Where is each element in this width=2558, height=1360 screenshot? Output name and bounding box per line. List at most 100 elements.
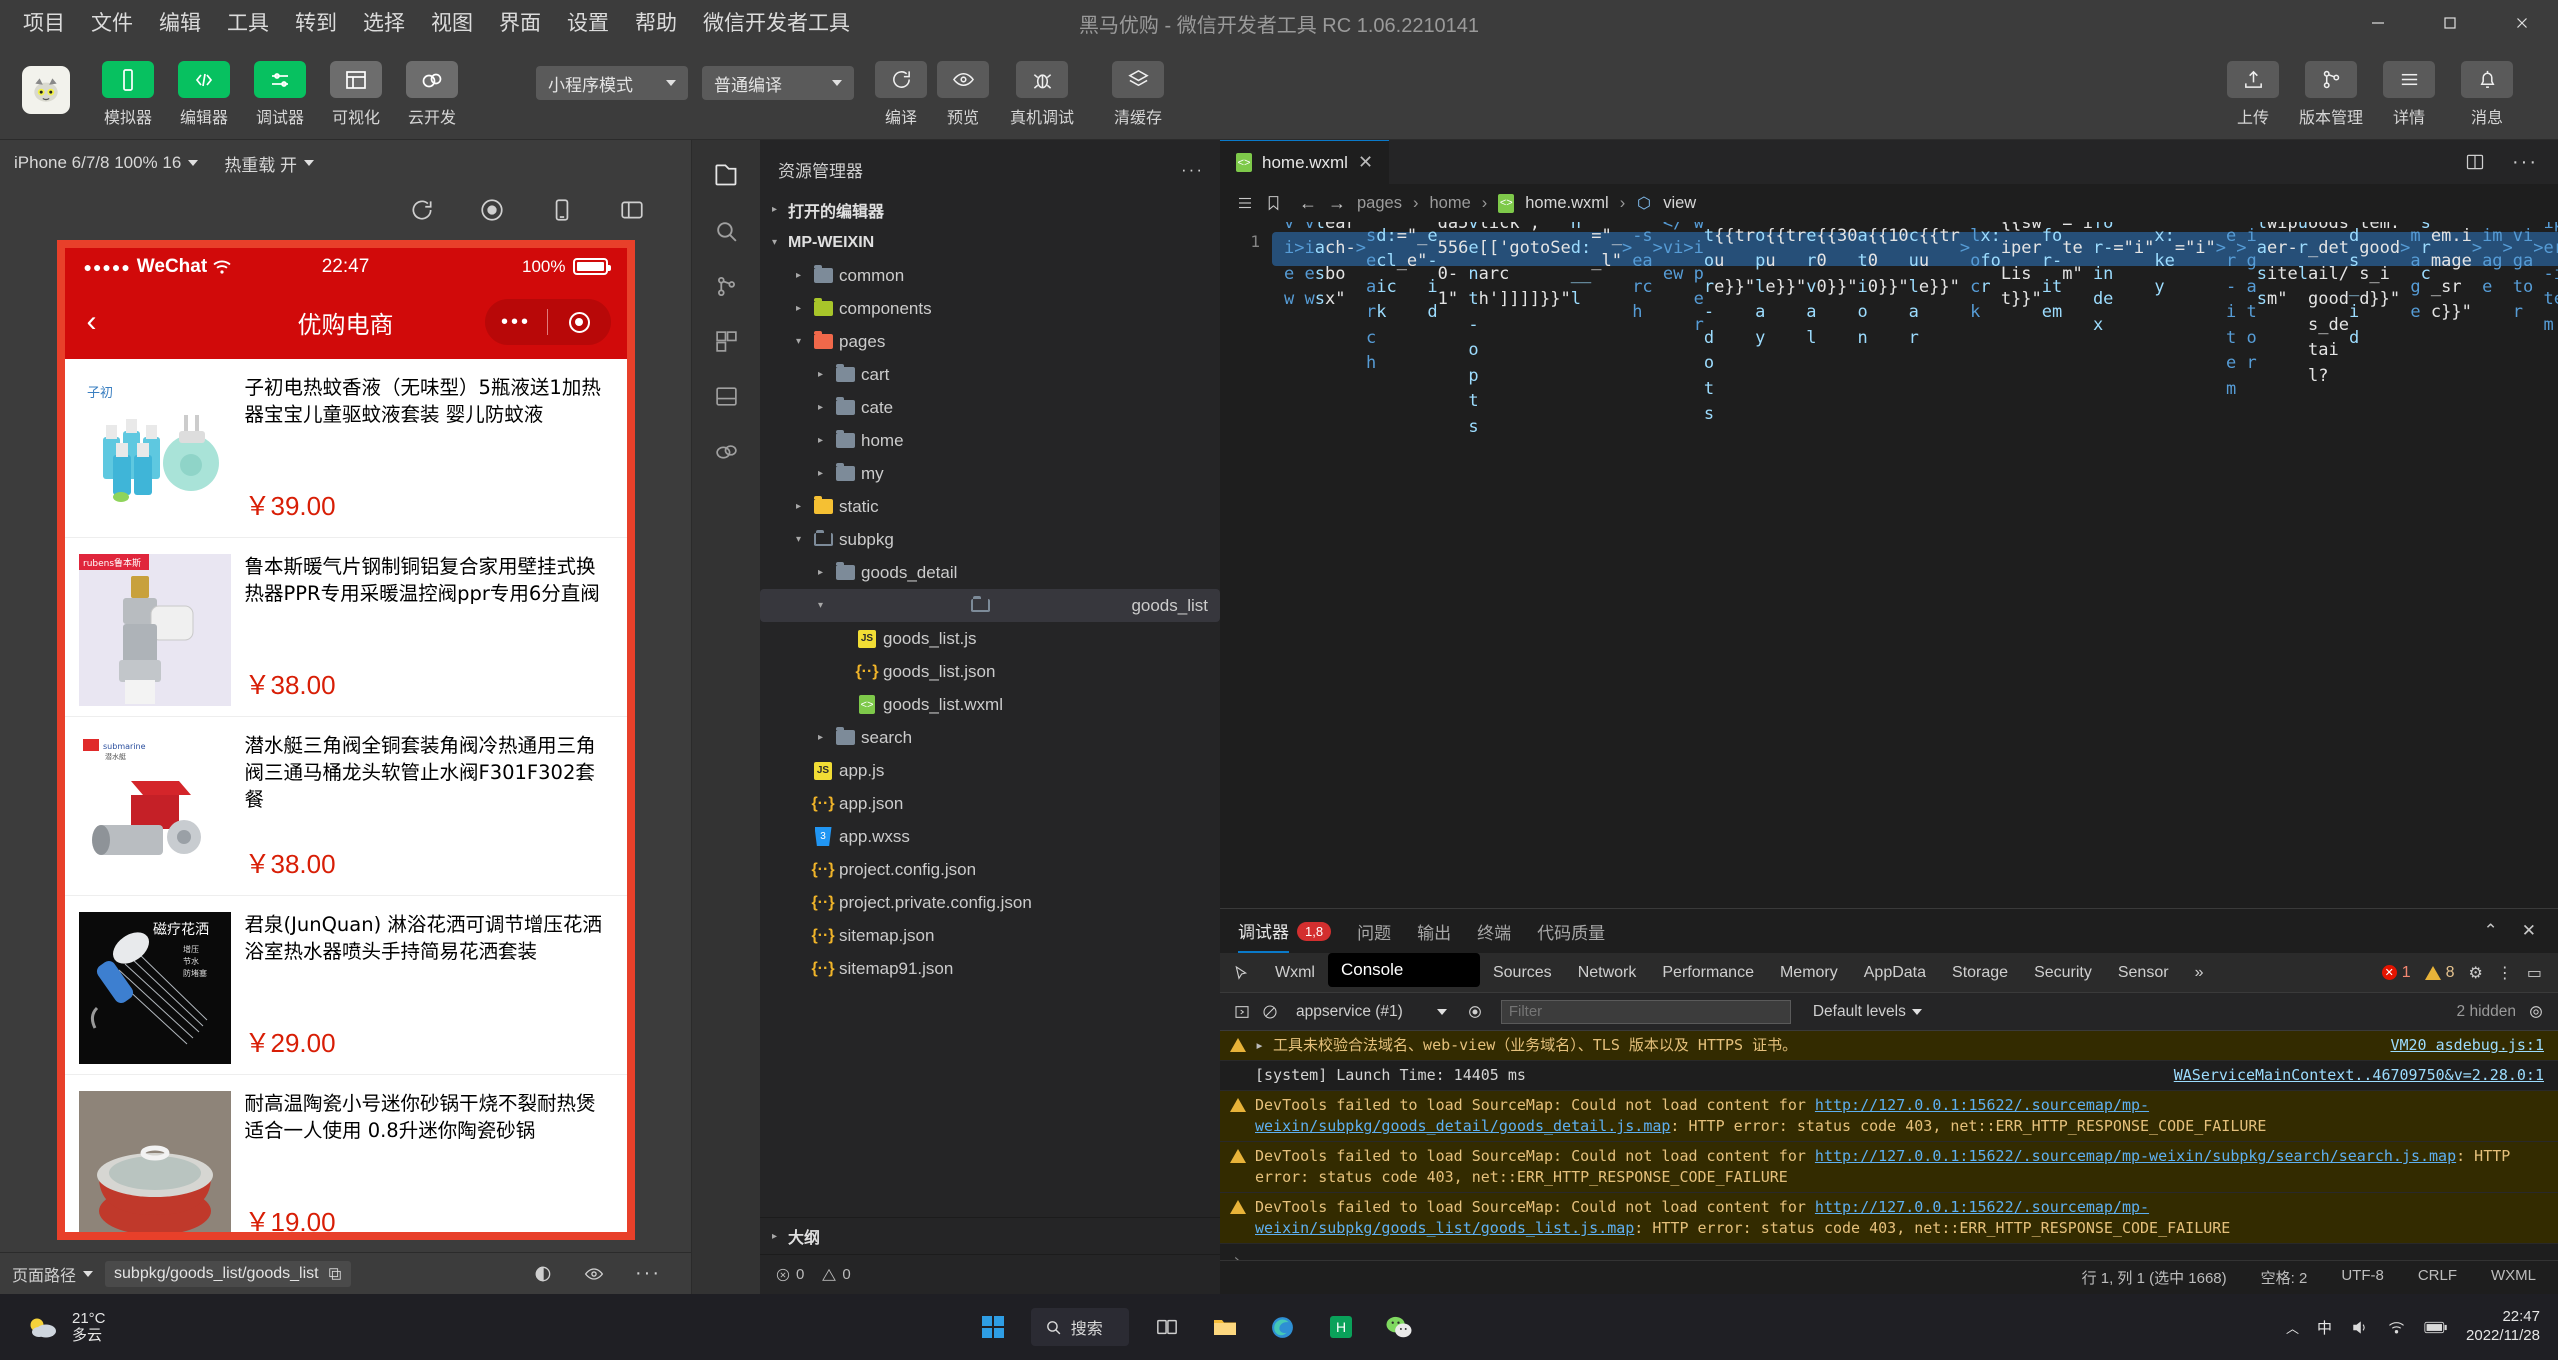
toolbar-button-编译[interactable]: 编译 [870, 61, 932, 128]
device-select[interactable]: iPhone 6/7/8 100% 16 [14, 153, 199, 173]
goods-item[interactable]: 磁疗花洒 增压 节水 防堵塞 君泉(JunQuan) 淋浴花洒可调节增压花洒浴室热水器喷… [64, 896, 627, 1075]
screenshot-icon[interactable] [619, 197, 645, 223]
devtools-tab-AppData[interactable]: AppData [1851, 953, 1939, 992]
refresh-icon[interactable] [409, 197, 435, 223]
toolbar-button-编辑器[interactable]: 编辑器 [166, 61, 242, 128]
log-levels-select[interactable]: Default levels [1813, 1003, 1922, 1021]
tree-item-common[interactable]: ▸ common [760, 259, 1220, 292]
execute-icon[interactable] [1234, 1004, 1250, 1020]
debug-tab-代码质量[interactable]: 代码质量 [1537, 919, 1605, 944]
debug-tab-调试器[interactable]: 调试器 1,8 [1238, 909, 1332, 953]
toolbar-button-版本管理[interactable]: 版本管理 [2292, 61, 2370, 128]
forward-arrow-icon[interactable]: → [1328, 193, 1346, 214]
extensions-icon[interactable] [714, 329, 739, 354]
maximize-button[interactable] [2414, 0, 2486, 46]
tree-item-home[interactable]: ▸ home [760, 424, 1220, 457]
edge-icon[interactable] [1263, 1307, 1303, 1347]
code-editor[interactable]: 1 <view><view class="search-box"><my-sea… [1220, 222, 2558, 908]
weather-widget[interactable]: 21°C 多云 [0, 1310, 106, 1345]
compile-select[interactable]: 普通编译 [702, 66, 854, 100]
dock-icon[interactable]: ▭ [2527, 963, 2542, 983]
toolbar-button-调试器[interactable]: 调试器 [242, 61, 318, 128]
menu-item-6[interactable]: 视图 [418, 7, 486, 40]
devtools-tab-Storage[interactable]: Storage [1939, 953, 2021, 992]
debug-tab-输出[interactable]: 输出 [1417, 919, 1451, 944]
settings-icon[interactable]: ⚙ [2469, 963, 2483, 983]
ime-cn-icon[interactable]: 中 [2317, 1317, 2332, 1338]
bookmark-icon[interactable] [1265, 194, 1282, 212]
back-arrow-icon[interactable]: ← [1293, 193, 1317, 214]
capsule-menu-icon[interactable]: ••• [485, 311, 547, 334]
devtools-tab-Network[interactable]: Network [1565, 953, 1650, 992]
tree-item-sitemap.json[interactable]: {··} sitemap.json [760, 919, 1220, 952]
sound-icon[interactable] [2350, 1319, 2369, 1336]
console-prompt[interactable]: › [1220, 1244, 2558, 1260]
close-icon[interactable]: ✕ [1358, 152, 1373, 173]
capsule-close-icon[interactable] [548, 311, 610, 333]
tree-item-app.js[interactable]: JS app.js [760, 754, 1220, 787]
taskview-icon[interactable] [1147, 1307, 1187, 1347]
tree-item-static[interactable]: ▸ static [760, 490, 1220, 523]
mode-select[interactable]: 小程序模式 [536, 66, 688, 100]
tree-section-打开的编辑器[interactable]: ▸ 打开的编辑器 [760, 193, 1220, 226]
taskbar-search[interactable]: 搜索 [1030, 1308, 1129, 1346]
outline-section[interactable]: ▸ 大纲 [760, 1217, 1220, 1254]
toolbar-button-详情[interactable]: 详情 [2370, 61, 2448, 128]
minimize-button[interactable] [2342, 0, 2414, 46]
wechat-capsule[interactable]: ••• [484, 299, 611, 345]
cursor-position[interactable]: 行 1, 列 1 (选中 1668) [2082, 1267, 2227, 1288]
tree-item-search[interactable]: ▸ search [760, 721, 1220, 754]
more-icon[interactable]: ⋮ [2497, 963, 2513, 983]
project-logo[interactable] [22, 66, 70, 114]
tree-item-sitemap91.json[interactable]: {··} sitemap91.json [760, 952, 1220, 985]
debug-tab-终端[interactable]: 终端 [1477, 919, 1511, 944]
debug-tab-问题[interactable]: 问题 [1357, 919, 1391, 944]
menu-item-9[interactable]: 帮助 [622, 7, 690, 40]
search-icon[interactable] [714, 219, 739, 244]
devtools-tab-Console[interactable]: Console [1327, 953, 1480, 987]
breadcrumb-item-2[interactable]: home.wxml [1525, 194, 1608, 213]
code-content[interactable]: <view><view class="search-box"><my-searc… [1272, 222, 2558, 908]
tree-item-my[interactable]: ▸ my [760, 457, 1220, 490]
breadcrumb-item-0[interactable]: pages [1357, 194, 1402, 213]
copy-icon[interactable] [328, 1267, 342, 1281]
devtools-warning-count[interactable]: 8 [2424, 964, 2455, 982]
rotate-device-icon[interactable] [549, 197, 575, 223]
menu-item-3[interactable]: 工具 [214, 7, 282, 40]
goods-item[interactable]: submarine 潜水艇 潜水艇三角阀全铜套装角阀冷热通用三角阀三通马桶龙头软管止… [64, 717, 627, 896]
network-icon[interactable] [2387, 1319, 2406, 1336]
menu-item-8[interactable]: 设置 [554, 7, 622, 40]
tree-item-cart[interactable]: ▸ cart [760, 358, 1220, 391]
tree-item-goods_list.wxml[interactable]: <> goods_list.wxml [760, 688, 1220, 721]
tree-item-app.wxss[interactable]: 3 app.wxss [760, 820, 1220, 853]
tree-item-goods_list.json[interactable]: {··} goods_list.json [760, 655, 1220, 688]
tree-item-cate[interactable]: ▸ cate [760, 391, 1220, 424]
expand-arrow-icon[interactable]: ▸ [1255, 1035, 1264, 1056]
close-icon[interactable]: ✕ [2522, 921, 2536, 941]
console-message-source[interactable]: VM20 asdebug.js:1 [2390, 1035, 2544, 1056]
eol-setting[interactable]: CRLF [2418, 1267, 2457, 1288]
devtools-tab-Wxml[interactable]: Wxml [1262, 953, 1328, 992]
settings-icon[interactable] [2528, 1004, 2544, 1020]
goods-item[interactable]: 子初 子初电热蚊香液（无味型）5瓶液送1加热器宝宝儿童驱蚊液套装 婴儿防蚊液 ￥39… [64, 359, 627, 538]
toolbar-button-消息[interactable]: 消息 [2448, 61, 2526, 128]
files-icon[interactable] [713, 162, 740, 189]
devtools-error-count[interactable]: ✕ 1 [2381, 964, 2411, 982]
tree-item-pages[interactable]: ▾ pages [760, 325, 1220, 358]
hot-reload-select[interactable]: 热重载 开 [224, 151, 315, 176]
devtools-tab-Security[interactable]: Security [2021, 953, 2105, 992]
close-button[interactable] [2486, 0, 2558, 46]
clear-console-icon[interactable] [1262, 1004, 1278, 1020]
wechat-icon[interactable] [1379, 1307, 1419, 1347]
toolbar-button-清缓存[interactable]: 清缓存 [1090, 61, 1186, 128]
more-icon[interactable]: ··· [635, 1262, 661, 1285]
toolbar-button-上传[interactable]: 上传 [2214, 61, 2292, 128]
tree-item-goods_list.js[interactable]: JS goods_list.js [760, 622, 1220, 655]
toolbar-button-真机调试[interactable]: 真机调试 [994, 61, 1090, 128]
battery-icon[interactable] [2424, 1320, 2448, 1335]
toolbar-button-可视化[interactable]: 可视化 [318, 61, 394, 128]
page-path-select[interactable]: 页面路径 [12, 1262, 94, 1286]
devtools-tab-Sensor[interactable]: Sensor [2105, 953, 2182, 992]
eye-icon[interactable] [583, 1264, 605, 1284]
menu-item-2[interactable]: 编辑 [146, 7, 214, 40]
